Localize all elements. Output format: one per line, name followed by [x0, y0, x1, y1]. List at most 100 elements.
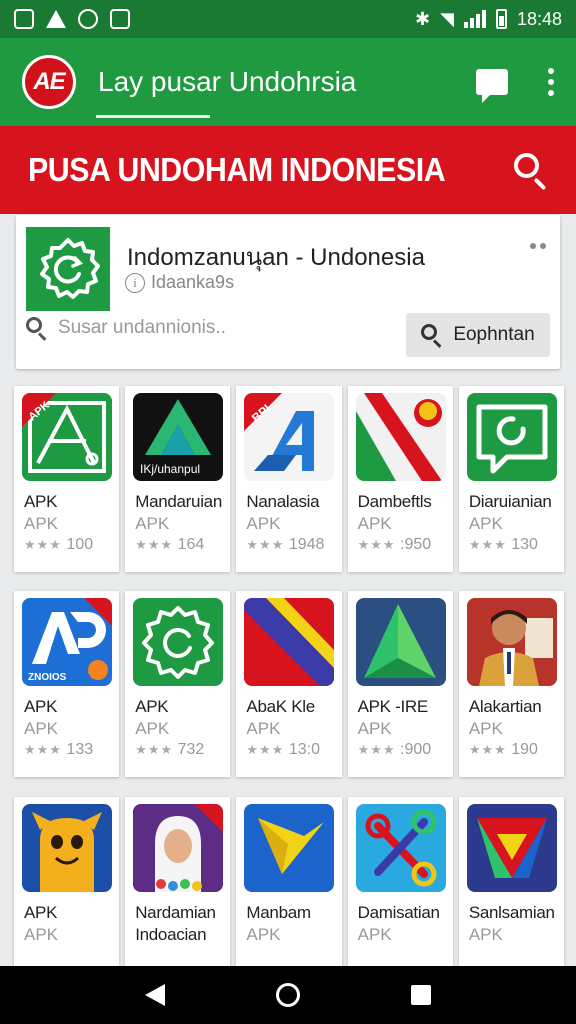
app-name: Damisatian: [357, 903, 440, 922]
app-card[interactable]: Nardamian Indoacian: [125, 797, 231, 983]
app-card[interactable]: Sanlsamian APK: [458, 797, 565, 983]
apk-ap-app-icon: ZNOIOS: [22, 598, 112, 686]
featured-app-card[interactable]: Indomzanuนุan - Undonesia i Idaanka9s Eo…: [16, 215, 560, 369]
app-name: Manbam: [246, 903, 311, 922]
more-options-icon[interactable]: [548, 68, 554, 96]
nanalasia-app-icon: BPI: [244, 393, 335, 481]
app-category: APK: [135, 514, 170, 533]
app-name: Sanlsamian: [468, 903, 555, 922]
info-icon: i: [125, 272, 145, 293]
app-grid-row-2: ZNOIOS APK APK ★★★ 133 APK APK ★★★ 732 A…: [14, 591, 565, 777]
alakartian-app-icon: [466, 598, 557, 686]
app-grid-row-1: APK APK APK ★★★ 100 IKj/uhanpul Mandarui…: [14, 386, 565, 572]
app-category: APK: [468, 514, 503, 533]
app-name: Dambeftls: [357, 492, 432, 511]
nardamian-app-icon: [133, 804, 224, 892]
app-card[interactable]: AbaK Kle APK ★★★ 13:0: [236, 591, 342, 777]
app-category: APK: [24, 719, 59, 738]
app-name: Nanalasia: [246, 492, 320, 511]
back-icon[interactable]: [145, 984, 166, 1006]
recent-apps-icon[interactable]: [410, 985, 431, 1005]
app-category: APK: [357, 514, 392, 533]
app-title-tab[interactable]: Lay pusar Undohrsia: [96, 38, 356, 126]
app-rating: ★★★ 133: [24, 741, 94, 758]
app-name: APK -IRE: [357, 697, 429, 716]
notification-triangle-icon: [46, 10, 66, 28]
app-name: Mandaruian: [135, 492, 222, 511]
app-category: APK: [24, 925, 59, 944]
app-category: APK: [246, 925, 281, 944]
app-category: APK: [246, 719, 281, 738]
app-card[interactable]: APK APK ★★★ 732: [125, 591, 231, 777]
app-rating: ★★★ 732: [135, 741, 205, 758]
app-rating: ★★★ 1948: [246, 536, 325, 553]
battery-icon: [495, 9, 507, 29]
app-rating: ★★★ 130: [468, 536, 538, 553]
search-icon: [26, 317, 48, 341]
app-card[interactable]: ZNOIOS APK APK ★★★ 133: [14, 591, 120, 777]
app-category: APK: [468, 925, 503, 944]
app-card[interactable]: Dambeftls APK ★★★ :950: [347, 386, 453, 572]
chat-icon[interactable]: [476, 69, 508, 103]
app-rating: ★★★ 164: [135, 536, 205, 553]
search-icon[interactable]: [514, 153, 548, 191]
app-category: APK: [468, 719, 503, 738]
svg-text:ZNOIOS: ZNOIOS: [28, 672, 67, 683]
app-rating: ★★★ 13:0: [246, 741, 320, 758]
app-name: Alakartian: [468, 697, 542, 716]
signal-icon: [463, 10, 486, 28]
app-card[interactable]: BPI Nanalasia APK ★★★ 1948: [236, 386, 342, 572]
search-input[interactable]: [58, 317, 358, 339]
dambeftls-app-icon: [355, 393, 446, 481]
home-icon[interactable]: [275, 983, 300, 1007]
app-logo[interactable]: AE: [22, 55, 76, 109]
page-banner: PUSA UNDOHAM INDONESIA: [0, 126, 576, 214]
abak-app-icon: [244, 598, 335, 686]
overflow-menu-icon[interactable]: [530, 243, 546, 249]
manbam-app-icon: [244, 804, 335, 892]
damisatian-app-icon: [355, 804, 446, 892]
app-name: APK: [135, 697, 169, 716]
app-bar: AE Lay pusar Undohrsia: [0, 38, 576, 126]
svg-text:IKj/uhanpul: IKj/uhanpul: [140, 462, 200, 476]
app-card[interactable]: IKj/uhanpul Mandaruian APK ★★★ 164: [125, 386, 231, 572]
mascot-app-icon: [22, 804, 112, 892]
app-card[interactable]: APK APK APK ★★★ 100: [14, 386, 120, 572]
bluetooth-icon: ✱: [415, 8, 431, 29]
app-rating: ★★★ :900: [357, 741, 432, 758]
app-grid-row-3: APK APK Nardamian Indoacian Manbam APK D…: [14, 797, 565, 983]
featured-app-icon[interactable]: [26, 227, 110, 311]
diaruianian-app-icon: [466, 393, 557, 481]
app-card[interactable]: APK APK: [14, 797, 120, 983]
featured-app-subtitle: Idaanka9s: [151, 272, 235, 292]
app-name: AbaK Kle: [246, 697, 315, 716]
mandaruian-app-icon: IKj/uhanpul: [133, 393, 224, 481]
alarm-icon: [78, 9, 98, 29]
badge-app-icon: [133, 598, 224, 686]
app-rating: ★★★ 190: [468, 741, 538, 758]
app-category: APK: [135, 719, 170, 738]
app-name: APK: [24, 492, 58, 511]
app-category: APK: [24, 514, 59, 533]
app-name: APK: [24, 697, 58, 716]
search-button[interactable]: Eophntan: [406, 313, 550, 357]
app-card[interactable]: Alakartian APK ★★★ 190: [458, 591, 565, 777]
featured-app-name: Indomzanuนุan - Undonesia: [127, 244, 425, 271]
app-category: APK: [357, 719, 392, 738]
search-button-label: Eophntan: [453, 324, 535, 345]
app-name: Diaruianian: [468, 492, 552, 511]
system-nav-bar: [0, 966, 576, 1024]
app-category: APK: [357, 925, 392, 944]
status-bar: ✱ ◥ 18:48: [0, 0, 576, 38]
app-name: APK: [24, 903, 58, 922]
app-card[interactable]: Damisatian APK: [347, 797, 453, 983]
app-card[interactable]: Manbam APK: [236, 797, 342, 983]
app-card[interactable]: APK -IRE APK ★★★ :900: [347, 591, 453, 777]
wifi-icon: ◥: [440, 8, 454, 29]
status-time: 18:48: [516, 8, 562, 29]
search-icon: [421, 324, 443, 348]
tab-indicator: [96, 115, 210, 118]
app-card[interactable]: Diaruianian APK ★★★ 130: [458, 386, 565, 572]
app-rating: ★★★ :950: [357, 536, 432, 553]
app-rating: ★★★ 100: [24, 536, 94, 553]
